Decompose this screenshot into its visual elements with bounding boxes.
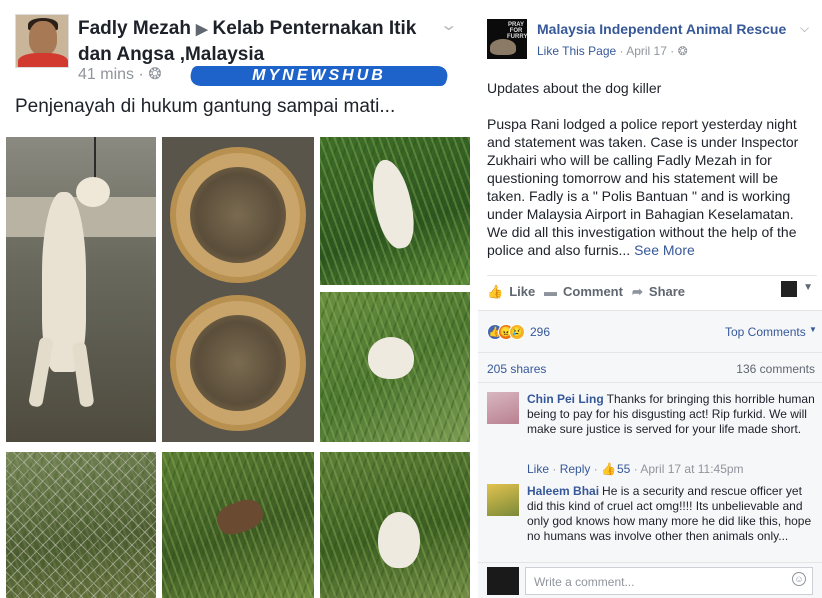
comment-reply-link[interactable]: Reply [560, 462, 591, 476]
comment-like-count[interactable]: 55 [617, 462, 630, 476]
smiley-icon[interactable]: ☺ [792, 572, 806, 586]
page-name-link[interactable]: Malaysia Independent Animal Rescue [537, 21, 786, 37]
like-button[interactable]: 👍 Like [487, 284, 535, 300]
speech-bubble-icon: ▬ [544, 284, 557, 299]
author-name: Fadly Mezah [78, 18, 191, 39]
globe-icon: ❂ [148, 66, 162, 83]
page-avatar[interactable]: PRAY FOR FURRY [487, 19, 527, 59]
post-date[interactable]: April 17 [626, 44, 667, 58]
comment-actions: Like · Reply · 👍55 · April 17 at 11:45pm [527, 462, 744, 476]
comment-composer: Write a comment... ☺ [478, 562, 822, 598]
share-arrow-icon: ➦ [632, 284, 643, 299]
comment-body: Haleem Bhai He is a security and rescue o… [527, 484, 815, 544]
post-header: Fadly Mezah ▶ Kelab Penternakan Itik dan A… [78, 16, 448, 67]
photo-hanged-dog [6, 137, 156, 442]
thumbs-up-icon: 👍 [601, 462, 616, 476]
reaction-count[interactable]: 296 [530, 325, 550, 339]
post-meta: 41 mins · ❂ [78, 66, 162, 83]
commenter-name[interactable]: Chin Pei Ling [527, 392, 604, 406]
commenter-avatar[interactable] [487, 392, 519, 424]
thumbs-up-icon: 👍 [487, 284, 504, 299]
commenter-avatar[interactable] [487, 484, 519, 516]
comments-count[interactable]: 136 comments [736, 362, 815, 376]
reactions-bar: 👍 😠 😢 296 Top Comments ▼ [478, 310, 822, 352]
photo-carcass-in-grass [162, 452, 314, 598]
shared-post-screenshot: Fadly Mezah ▶ Kelab Penternakan Itik dan A… [0, 0, 478, 598]
comment-time[interactable]: April 17 at 11:45pm [640, 462, 743, 476]
watermark-text: MYNEWSHUB [252, 67, 386, 84]
photo-duck-in-weeds [320, 452, 470, 598]
watermark-logo: MYNEWSHUB [186, 66, 452, 86]
chevron-down-icon[interactable]: ⌵ [800, 21, 809, 36]
see-more-link[interactable]: See More [634, 242, 695, 258]
action-bar: 👍 Like ▬ Comment ➦ Share ▼ [487, 275, 817, 307]
top-comments-dropdown[interactable]: Top Comments ▼ [725, 325, 817, 339]
caret-down-icon[interactable]: ▼ [803, 282, 813, 293]
page-post: PRAY FOR FURRY Malaysia Independent Anim… [478, 0, 822, 598]
shares-link[interactable]: 205 shares [487, 362, 546, 376]
share-button[interactable]: ➦ Share [632, 284, 685, 300]
comment-like-link[interactable]: Like [527, 462, 549, 476]
post-status-text: Penjenayah di hukum gantung sampai mati.… [15, 96, 396, 117]
globe-icon: ❂ [677, 44, 688, 58]
photo-bowls [162, 137, 314, 442]
arrow-icon: ▶ [195, 21, 208, 38]
sad-reaction-icon[interactable]: 😢 [509, 324, 525, 340]
caret-down-icon: ▼ [809, 325, 817, 334]
comment-input[interactable]: Write a comment... [525, 567, 813, 595]
author-avatar [15, 14, 69, 68]
post-body: Updates about the dog killer Puspa Rani … [487, 79, 817, 277]
comments-list[interactable]: Chin Pei Ling Thanks for bringing this ho… [478, 382, 822, 562]
post-meta: Like This Page · April 17 · ❂ [537, 44, 688, 58]
post-time: 41 mins [78, 66, 135, 83]
photo-duck-in-grass [320, 137, 470, 285]
chevron-down-icon: ⌄ [439, 17, 459, 34]
commenter-name[interactable]: Haleem Bhai [527, 484, 599, 498]
like-page-link[interactable]: Like This Page [537, 44, 616, 58]
comment-button[interactable]: ▬ Comment [544, 284, 623, 299]
post-paragraph: Updates about the dog killer [487, 80, 662, 96]
photo-dead-duck [320, 292, 470, 442]
post-as-avatar[interactable] [781, 281, 797, 297]
comment-body: Chin Pei Ling Thanks for bringing this ho… [527, 392, 815, 437]
user-avatar [487, 567, 519, 595]
post-paragraph: Puspa Rani lodged a police report yester… [487, 116, 799, 258]
photo-fence-grass [6, 452, 156, 598]
share-stats: 205 shares 136 comments [478, 352, 822, 382]
